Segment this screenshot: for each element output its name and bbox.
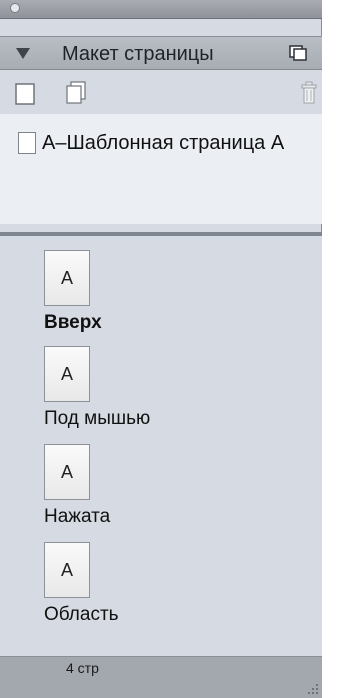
page-layout-panel: Макет страницы A–Шаблонная страница A A … [0, 0, 322, 698]
status-bar: 4 стр [0, 656, 322, 698]
resize-grip-icon[interactable] [305, 681, 319, 695]
duplicate-page-icon[interactable] [64, 80, 90, 106]
page-thumbnail[interactable]: A [44, 346, 90, 402]
page-item[interactable]: A Под мышью [44, 346, 244, 430]
page-label: Вверх [44, 312, 102, 333]
new-page-icon[interactable] [14, 82, 36, 106]
close-panel-button[interactable] [10, 3, 20, 13]
page-thumbnail[interactable]: A [44, 444, 90, 500]
page-thumbnail[interactable]: A [44, 542, 90, 598]
page-item[interactable]: A Область [44, 542, 244, 626]
panel-title: Макет страницы [62, 43, 214, 65]
page-item[interactable]: A Вверх [44, 250, 244, 334]
panel-header[interactable]: Макет страницы [0, 36, 322, 70]
page-label: Область [44, 604, 119, 625]
master-page-label: A–Шаблонная страница A [42, 131, 285, 154]
page-thumbnail[interactable]: A [44, 250, 90, 306]
page-item[interactable]: A Нажата [44, 444, 244, 528]
page-count: 4 стр [66, 660, 99, 676]
page-icon [18, 132, 36, 154]
triangle-down-icon[interactable] [16, 48, 30, 59]
trash-icon[interactable] [300, 80, 318, 106]
master-page-item[interactable]: A–Шаблонная страница A [18, 131, 284, 155]
page-label: Под мышью [44, 408, 151, 429]
panel-titlebar[interactable] [0, 0, 322, 19]
page-label: Нажата [44, 506, 111, 527]
panel-menu-icon[interactable] [289, 45, 307, 61]
panel-toolbar [0, 70, 322, 114]
